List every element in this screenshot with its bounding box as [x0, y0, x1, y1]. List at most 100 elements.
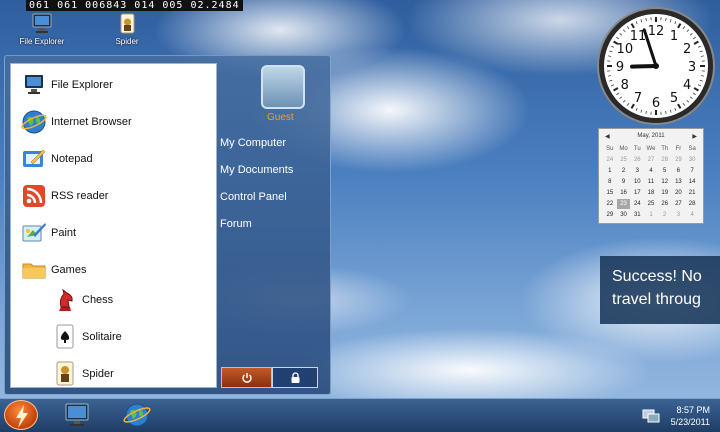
calendar-day[interactable]: 1 — [603, 166, 617, 176]
calendar-day[interactable]: 31 — [630, 210, 644, 220]
desktop-icon-spider[interactable]: Spider — [97, 13, 157, 46]
calendar-day[interactable]: 7 — [685, 166, 699, 176]
calendar-day[interactable]: 8 — [603, 177, 617, 187]
calendar-day[interactable]: 24 — [630, 199, 644, 209]
taskbar-monitor-button[interactable] — [62, 402, 92, 428]
calendar-day[interactable]: 3 — [630, 166, 644, 176]
lock-button[interactable] — [272, 367, 318, 388]
program-games-folder[interactable]: Games — [20, 255, 86, 285]
start-button[interactable] — [4, 400, 38, 430]
tray-date: 5/23/2011 — [670, 417, 710, 427]
taskbar-browser-button[interactable] — [122, 402, 152, 428]
calendar-day[interactable]: 1 — [644, 210, 658, 220]
calendar-day[interactable]: 3 — [672, 210, 686, 220]
clock-tick — [686, 99, 690, 103]
clock-center — [653, 63, 659, 69]
calendar-day[interactable]: 12 — [658, 177, 672, 187]
calendar-day[interactable]: 11 — [644, 177, 658, 187]
link-forum[interactable]: Forum — [220, 218, 252, 230]
program-label: Games — [51, 264, 87, 276]
calendar-weekday: Tu — [633, 146, 641, 152]
calendar-day[interactable]: 18 — [644, 188, 658, 198]
calendar-day[interactable]: 20 — [672, 188, 686, 198]
taskbar — [0, 398, 720, 432]
link-control-panel[interactable]: Control Panel — [220, 191, 287, 203]
calendar-day[interactable]: 17 — [630, 188, 644, 198]
calendar-day[interactable]: 9 — [617, 177, 631, 187]
program-list: File Explorer Internet Browser Notepad R… — [10, 63, 217, 388]
calendar-day[interactable]: 27 — [644, 155, 658, 165]
calendar-weekday: Th — [661, 146, 669, 152]
globe-icon — [123, 403, 151, 427]
analog-clock-face: 1234567891011 12 — [607, 17, 705, 115]
rss-icon — [20, 182, 48, 210]
game-spider[interactable]: Spider — [51, 359, 114, 389]
program-notepad[interactable]: Notepad — [20, 144, 93, 174]
clock-tick — [622, 99, 626, 103]
calendar-day[interactable]: 21 — [685, 188, 699, 198]
calendar-day[interactable]: 10 — [630, 177, 644, 187]
calendar-day[interactable]: 4 — [685, 210, 699, 220]
game-label: Spider — [82, 368, 114, 380]
power-button[interactable] — [221, 367, 272, 388]
prev-month-arrow-icon[interactable]: ◀ — [605, 133, 610, 140]
clock-numeral: 7 — [634, 91, 642, 106]
calendar-weekday: Su — [606, 146, 614, 152]
clock-tick — [609, 79, 613, 82]
computer-icon — [30, 13, 54, 35]
calendar-day[interactable]: 26 — [658, 199, 672, 209]
calendar-day[interactable]: 6 — [672, 166, 686, 176]
calendar-day[interactable]: 25 — [644, 199, 658, 209]
calendar-day[interactable]: 29 — [603, 210, 617, 220]
clock-tick — [665, 17, 667, 22]
game-chess[interactable]: Chess — [51, 285, 113, 315]
link-my-documents[interactable]: My Documents — [220, 164, 293, 176]
calendar-day[interactable]: 19 — [658, 188, 672, 198]
user-avatar[interactable] — [261, 65, 305, 109]
calendar-day[interactable]: 25 — [617, 155, 631, 165]
program-internet-browser[interactable]: Internet Browser — [20, 107, 132, 137]
calendar-day[interactable]: 22 — [603, 199, 617, 209]
folder-icon — [20, 256, 48, 284]
calendar-day[interactable]: 13 — [672, 177, 686, 187]
clock-tick — [645, 110, 647, 115]
game-solitaire[interactable]: Solitaire — [51, 322, 122, 352]
calendar-day[interactable]: 28 — [658, 155, 672, 165]
calendar-weekday: Fr — [675, 146, 682, 152]
clock-tick — [635, 107, 638, 111]
network-tray-icon[interactable] — [642, 406, 660, 424]
calendar-day[interactable]: 2 — [658, 210, 672, 220]
desktop-icon-file-explorer[interactable]: File Explorer — [12, 13, 72, 46]
calendar-day[interactable]: 27 — [672, 199, 686, 209]
calendar-day[interactable]: 15 — [603, 188, 617, 198]
calendar-day[interactable]: 14 — [685, 177, 699, 187]
clock-numeral: 2 — [683, 42, 691, 57]
status-readout: 061 061 006843 014 005 02.2484 — [26, 0, 243, 11]
calendar-day[interactable]: 4 — [644, 166, 658, 176]
calendar-day[interactable]: 26 — [630, 155, 644, 165]
calendar-day[interactable]: 5 — [658, 166, 672, 176]
clock-numeral: 12 — [648, 24, 665, 39]
program-paint[interactable]: Paint — [20, 218, 76, 248]
calendar-day[interactable]: 2 — [617, 166, 631, 176]
calendar-day[interactable]: 30 — [685, 155, 699, 165]
calendar-day[interactable]: 16 — [617, 188, 631, 198]
calendar-weekday: Sa — [688, 146, 696, 152]
calendar-day[interactable]: 29 — [672, 155, 686, 165]
clock-tick — [645, 17, 647, 22]
program-file-explorer[interactable]: File Explorer — [20, 70, 113, 100]
calendar-day[interactable]: 28 — [685, 199, 699, 209]
game-label: Chess — [82, 294, 114, 306]
power-icon — [241, 372, 252, 383]
calendar-day[interactable]: 24 — [603, 155, 617, 165]
calendar-day[interactable]: 23 — [616, 199, 631, 209]
clock-tick — [699, 79, 703, 82]
link-my-computer[interactable]: My Computer — [220, 137, 286, 149]
next-month-arrow-icon[interactable]: ▶ — [692, 133, 697, 140]
program-rss-reader[interactable]: RSS reader — [20, 181, 108, 211]
clock-tick — [613, 87, 619, 92]
calendar-day[interactable]: 30 — [617, 210, 631, 220]
clock-tick — [677, 23, 682, 29]
tray-clock[interactable]: 8:57 PM 5/23/2011 — [671, 404, 710, 428]
desktop-icon-label: Spider — [115, 37, 139, 46]
